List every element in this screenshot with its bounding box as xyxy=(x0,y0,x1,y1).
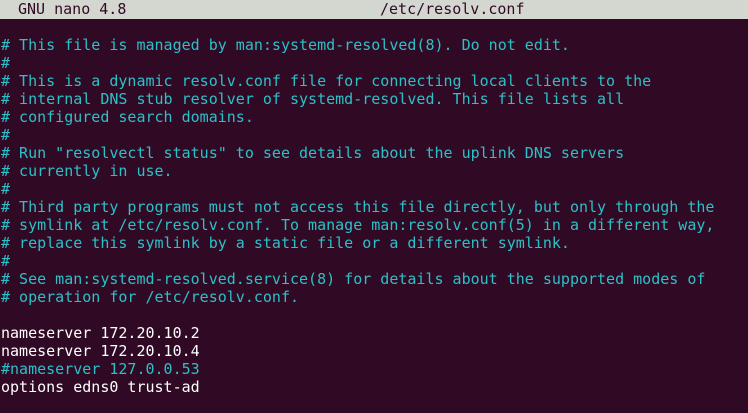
file-line[interactable]: #nameserver 127.0.0.53 xyxy=(1,360,747,378)
file-line[interactable]: # xyxy=(1,252,747,270)
nano-editor-window: GNU nano 4.8 /etc/resolv.conf # This fil… xyxy=(0,0,748,413)
file-line[interactable]: # xyxy=(1,180,747,198)
file-line[interactable]: # xyxy=(1,54,747,72)
file-path-label: /etc/resolv.conf xyxy=(380,0,525,18)
app-version-label: GNU nano 4.8 xyxy=(18,0,127,18)
file-line[interactable]: nameserver 172.20.10.4 xyxy=(1,342,747,360)
file-line[interactable]: # operation for /etc/resolv.conf. xyxy=(1,288,747,306)
file-line[interactable]: # See man:systemd-resolved.service(8) fo… xyxy=(1,270,747,288)
file-line[interactable]: # This file is managed by man:systemd-re… xyxy=(1,36,747,54)
file-line[interactable]: # Run "resolvectl status" to see details… xyxy=(1,144,747,162)
file-line[interactable]: # currently in use. xyxy=(1,162,747,180)
file-line[interactable]: # This is a dynamic resolv.conf file for… xyxy=(1,72,747,90)
nano-title-bar: GNU nano 4.8 /etc/resolv.conf xyxy=(0,0,748,19)
file-content-area[interactable]: # This file is managed by man:systemd-re… xyxy=(1,36,747,396)
file-line[interactable]: # configured search domains. xyxy=(1,108,747,126)
file-line[interactable]: # Third party programs must not access t… xyxy=(1,198,747,216)
file-line[interactable]: # xyxy=(1,126,747,144)
file-line[interactable]: # replace this symlink by a static file … xyxy=(1,234,747,252)
file-line[interactable] xyxy=(1,306,747,324)
file-line[interactable]: options edns0 trust-ad xyxy=(1,378,747,396)
file-line[interactable]: # internal DNS stub resolver of systemd-… xyxy=(1,90,747,108)
file-line[interactable]: # symlink at /etc/resolv.conf. To manage… xyxy=(1,216,747,234)
file-line[interactable]: nameserver 172.20.10.2 xyxy=(1,324,747,342)
